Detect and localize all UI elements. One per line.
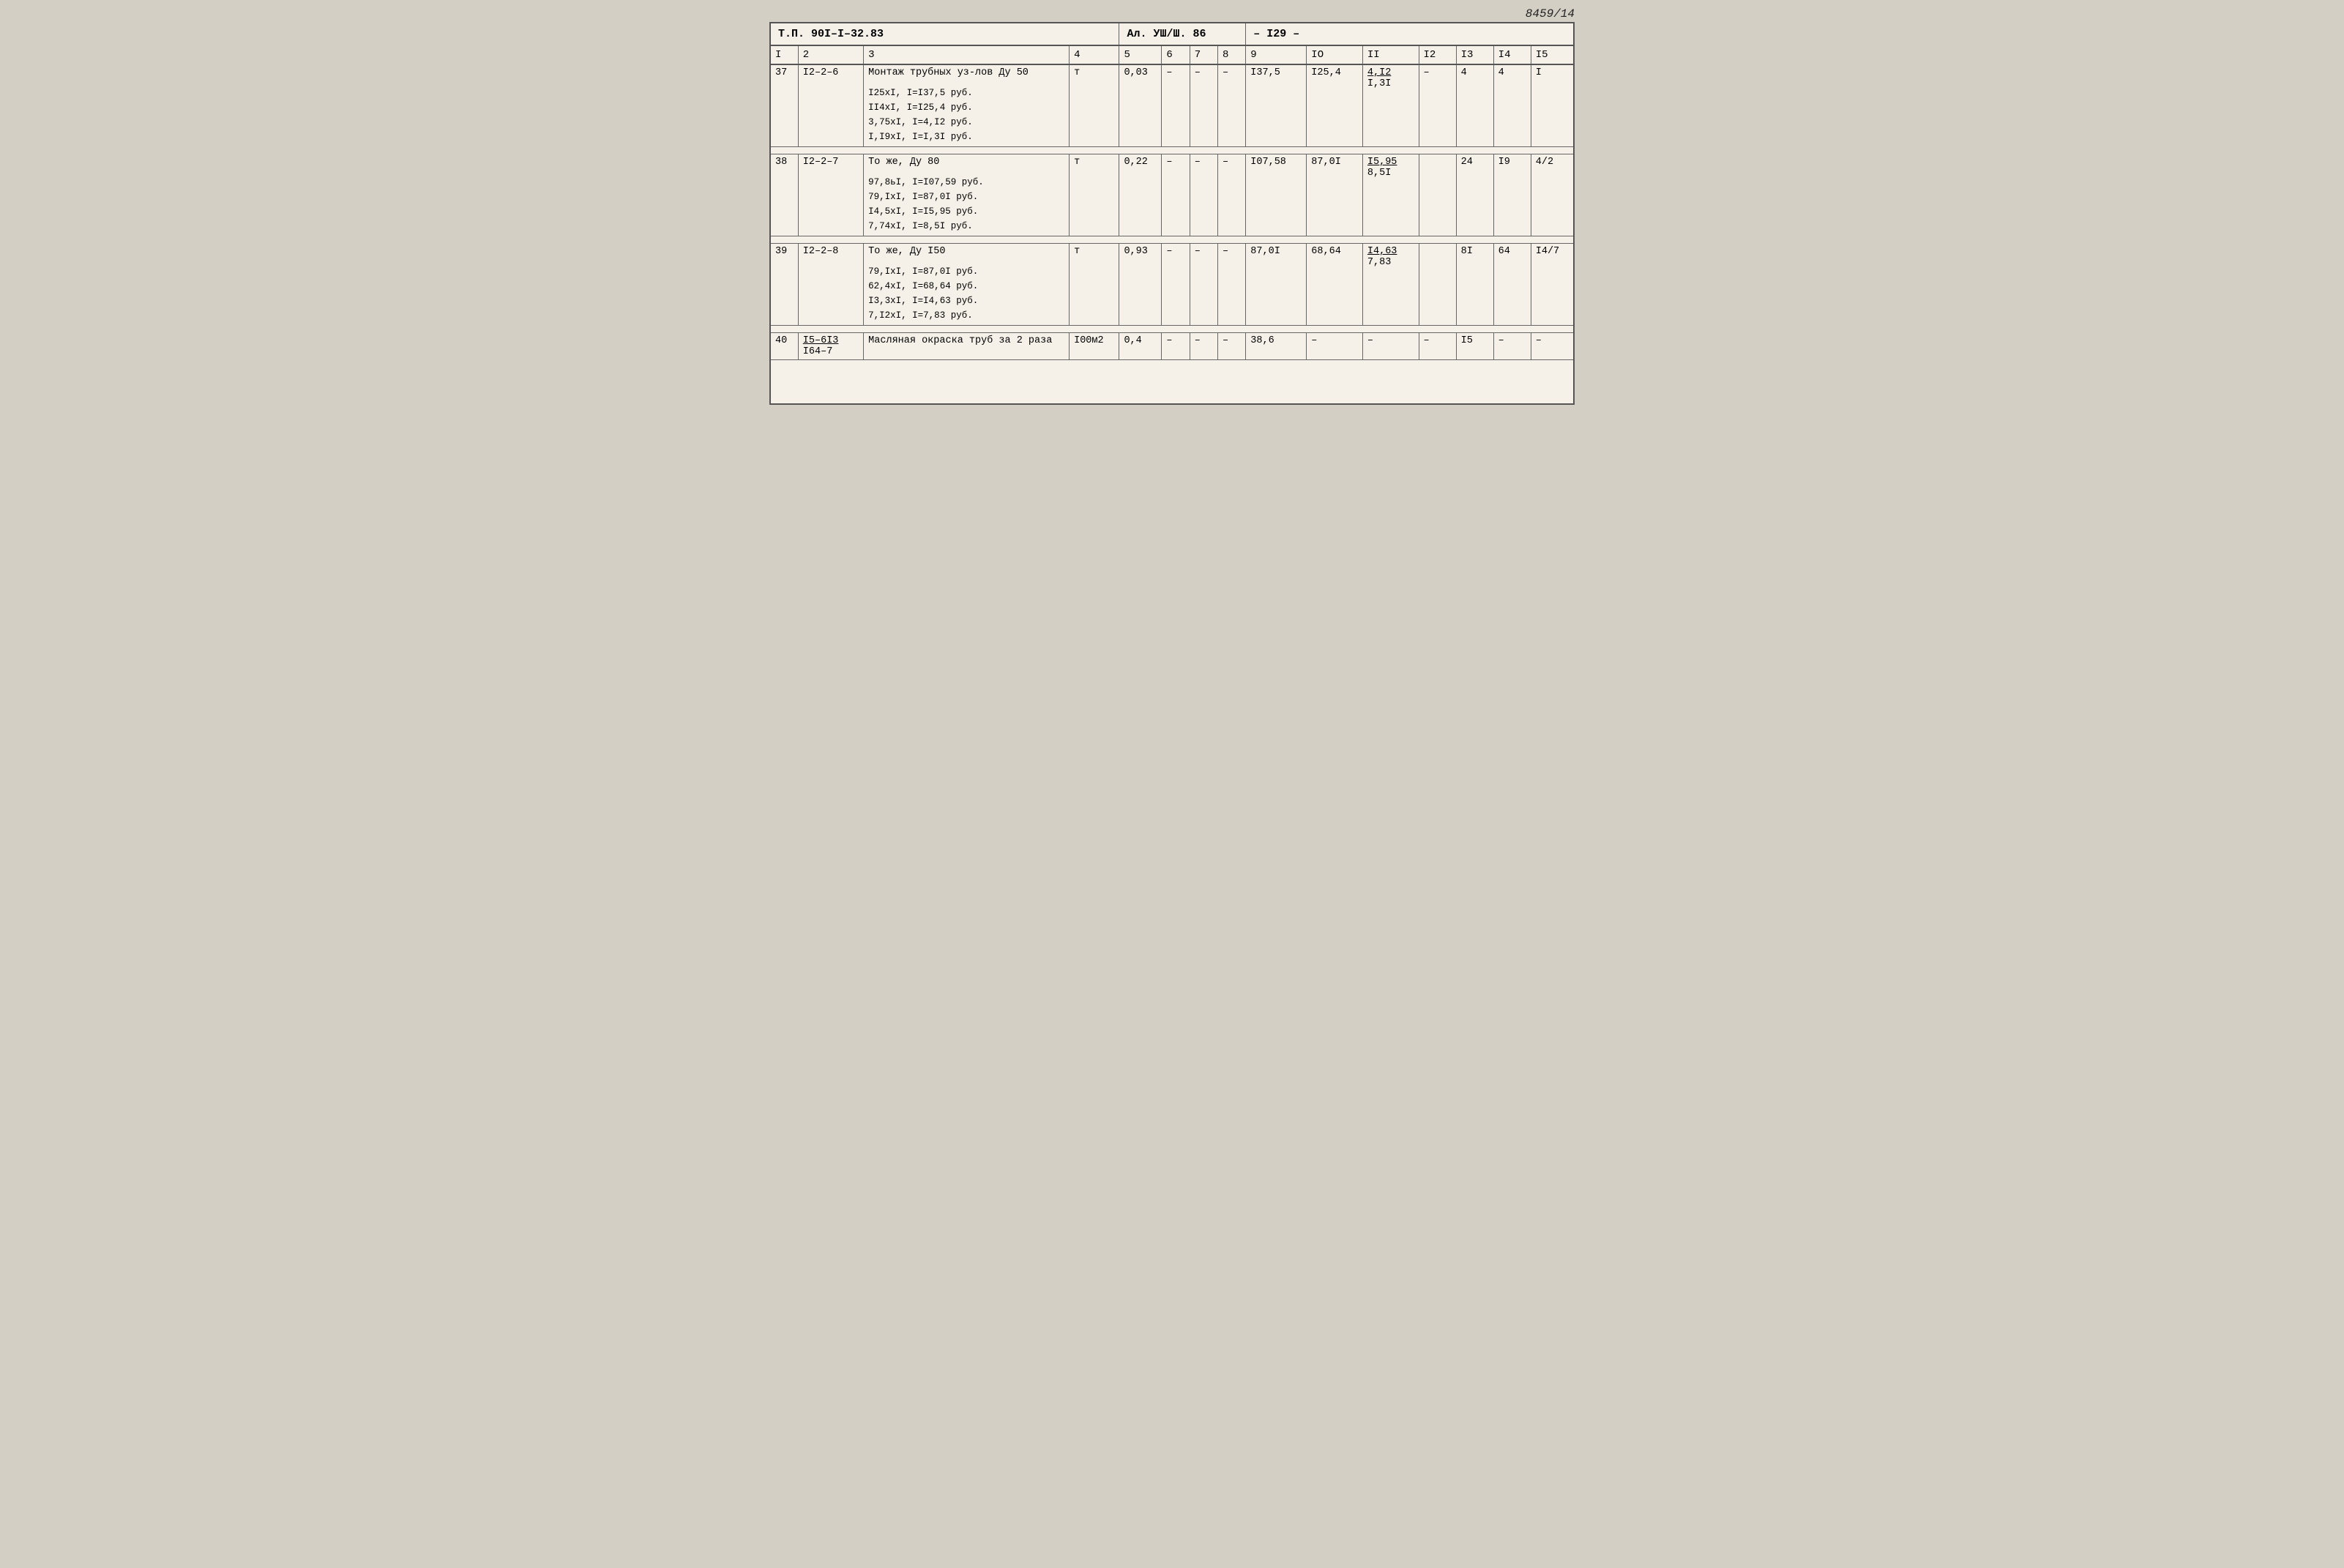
table-row: 37I2–2–6Монтаж трубных уз-лов Ду 50I25xI…	[770, 64, 1574, 147]
col-header-11: II	[1362, 45, 1419, 64]
col-header-14: I4	[1493, 45, 1531, 64]
page-wrapper: 8459/14 Т.П. 90I–I–32.83 Ал. УШ/Ш. 86 – …	[769, 22, 1575, 405]
row-col13: I5	[1456, 333, 1493, 360]
row-col9: I37,5	[1246, 64, 1307, 147]
row-col5: 0,4	[1119, 333, 1162, 360]
col-headers-row: I 2 3 4 5 6 7 8 9 IO II I2 I3 I4 I5	[770, 45, 1574, 64]
header-col1: Т.П. 90I–I–32.83	[770, 23, 1119, 45]
row-col9: 87,0I	[1246, 244, 1307, 326]
table-row: 40I5–6I3I64–7Масляная окраска труб за 2 …	[770, 333, 1574, 360]
row-col8: –	[1218, 64, 1246, 147]
row-col15: –	[1531, 333, 1574, 360]
col-header-5: 5	[1119, 45, 1162, 64]
row-col9: 38,6	[1246, 333, 1307, 360]
main-table: Т.П. 90I–I–32.83 Ал. УШ/Ш. 86 – I29 – I …	[769, 22, 1575, 405]
row-col11: I5,958,5I	[1362, 154, 1419, 236]
row-col11: 4,I2I,3I	[1362, 64, 1419, 147]
row-number: 40	[770, 333, 798, 360]
row-number: 37	[770, 64, 798, 147]
spacer-row	[770, 147, 1574, 154]
row-col15: I	[1531, 64, 1574, 147]
row-col5: 0,22	[1119, 154, 1162, 236]
row-notes: 79,IxI, I=87,0I руб.62,4xI, I=68,64 руб.…	[868, 261, 1064, 323]
col-header-15: I5	[1531, 45, 1574, 64]
row-col15: 4/2	[1531, 154, 1574, 236]
row-col6: –	[1162, 333, 1190, 360]
row-col12	[1419, 244, 1456, 326]
row-description: То же, Ду I5079,IxI, I=87,0I руб.62,4xI,…	[864, 244, 1070, 326]
row-col13: 8I	[1456, 244, 1493, 326]
row-col7: –	[1190, 333, 1217, 360]
row-col7: –	[1190, 64, 1217, 147]
spacer-row	[770, 326, 1574, 333]
row-col15: I4/7	[1531, 244, 1574, 326]
row-unit: т	[1070, 64, 1119, 147]
row-col10: –	[1307, 333, 1363, 360]
row-code: I2–2–6	[798, 64, 863, 147]
row-col5: 0,03	[1119, 64, 1162, 147]
col-header-9: 9	[1246, 45, 1307, 64]
row-notes: 97,8ьI, I=I07,59 руб.79,IxI, I=87,0I руб…	[868, 172, 1064, 234]
row-unit: I00м2	[1070, 333, 1119, 360]
row-col7: –	[1190, 154, 1217, 236]
row-description: Монтаж трубных уз-лов Ду 50I25xI, I=I37,…	[864, 64, 1070, 147]
row-col14: I9	[1493, 154, 1531, 236]
spacer-row	[770, 236, 1574, 244]
col-header-10: IO	[1307, 45, 1363, 64]
col-header-3: 3	[864, 45, 1070, 64]
row-code: I2–2–7	[798, 154, 863, 236]
row-col8: –	[1218, 333, 1246, 360]
col-header-13: I3	[1456, 45, 1493, 64]
row-col11: I4,637,83	[1362, 244, 1419, 326]
row-description: Масляная окраска труб за 2 раза	[864, 333, 1070, 360]
row-col14: 64	[1493, 244, 1531, 326]
row-col6: –	[1162, 154, 1190, 236]
row-col13: 4	[1456, 64, 1493, 147]
row-col14: –	[1493, 333, 1531, 360]
row-col9: I07,58	[1246, 154, 1307, 236]
row-col10: 87,0I	[1307, 154, 1363, 236]
row-number: 39	[770, 244, 798, 326]
col-header-2: 2	[798, 45, 863, 64]
row-col11: –	[1362, 333, 1419, 360]
row-col12	[1419, 154, 1456, 236]
row-col10: 68,64	[1307, 244, 1363, 326]
col-header-7: 7	[1190, 45, 1217, 64]
col-header-12: I2	[1419, 45, 1456, 64]
row-number: 38	[770, 154, 798, 236]
row-col6: –	[1162, 244, 1190, 326]
row-col7: –	[1190, 244, 1217, 326]
page-number: 8459/14	[1526, 7, 1575, 20]
row-col8: –	[1218, 154, 1246, 236]
header-col2: Ал. УШ/Ш. 86	[1119, 23, 1246, 45]
header-row: Т.П. 90I–I–32.83 Ал. УШ/Ш. 86 – I29 –	[770, 23, 1574, 45]
row-col14: 4	[1493, 64, 1531, 147]
row-notes: I25xI, I=I37,5 руб.II4xI, I=I25,4 руб.3,…	[868, 83, 1064, 144]
col-header-4: 4	[1070, 45, 1119, 64]
row-col12: –	[1419, 333, 1456, 360]
header-col3: – I29 –	[1246, 23, 1574, 45]
col-header-8: 8	[1218, 45, 1246, 64]
col-header-1: I	[770, 45, 798, 64]
row-col8: –	[1218, 244, 1246, 326]
row-unit: т	[1070, 244, 1119, 326]
row-col12: –	[1419, 64, 1456, 147]
row-col5: 0,93	[1119, 244, 1162, 326]
row-unit: т	[1070, 154, 1119, 236]
row-code: I2–2–8	[798, 244, 863, 326]
table-row: 39I2–2–8То же, Ду I5079,IxI, I=87,0I руб…	[770, 244, 1574, 326]
row-description: То же, Ду 8097,8ьI, I=I07,59 руб.79,IxI,…	[864, 154, 1070, 236]
row-col13: 24	[1456, 154, 1493, 236]
bottom-pad-row	[770, 360, 1574, 404]
row-col10: I25,4	[1307, 64, 1363, 147]
table-body: 37I2–2–6Монтаж трубных уз-лов Ду 50I25xI…	[770, 64, 1574, 404]
col-header-6: 6	[1162, 45, 1190, 64]
row-col6: –	[1162, 64, 1190, 147]
table-row: 38I2–2–7То же, Ду 8097,8ьI, I=I07,59 руб…	[770, 154, 1574, 236]
row-code: I5–6I3I64–7	[798, 333, 863, 360]
